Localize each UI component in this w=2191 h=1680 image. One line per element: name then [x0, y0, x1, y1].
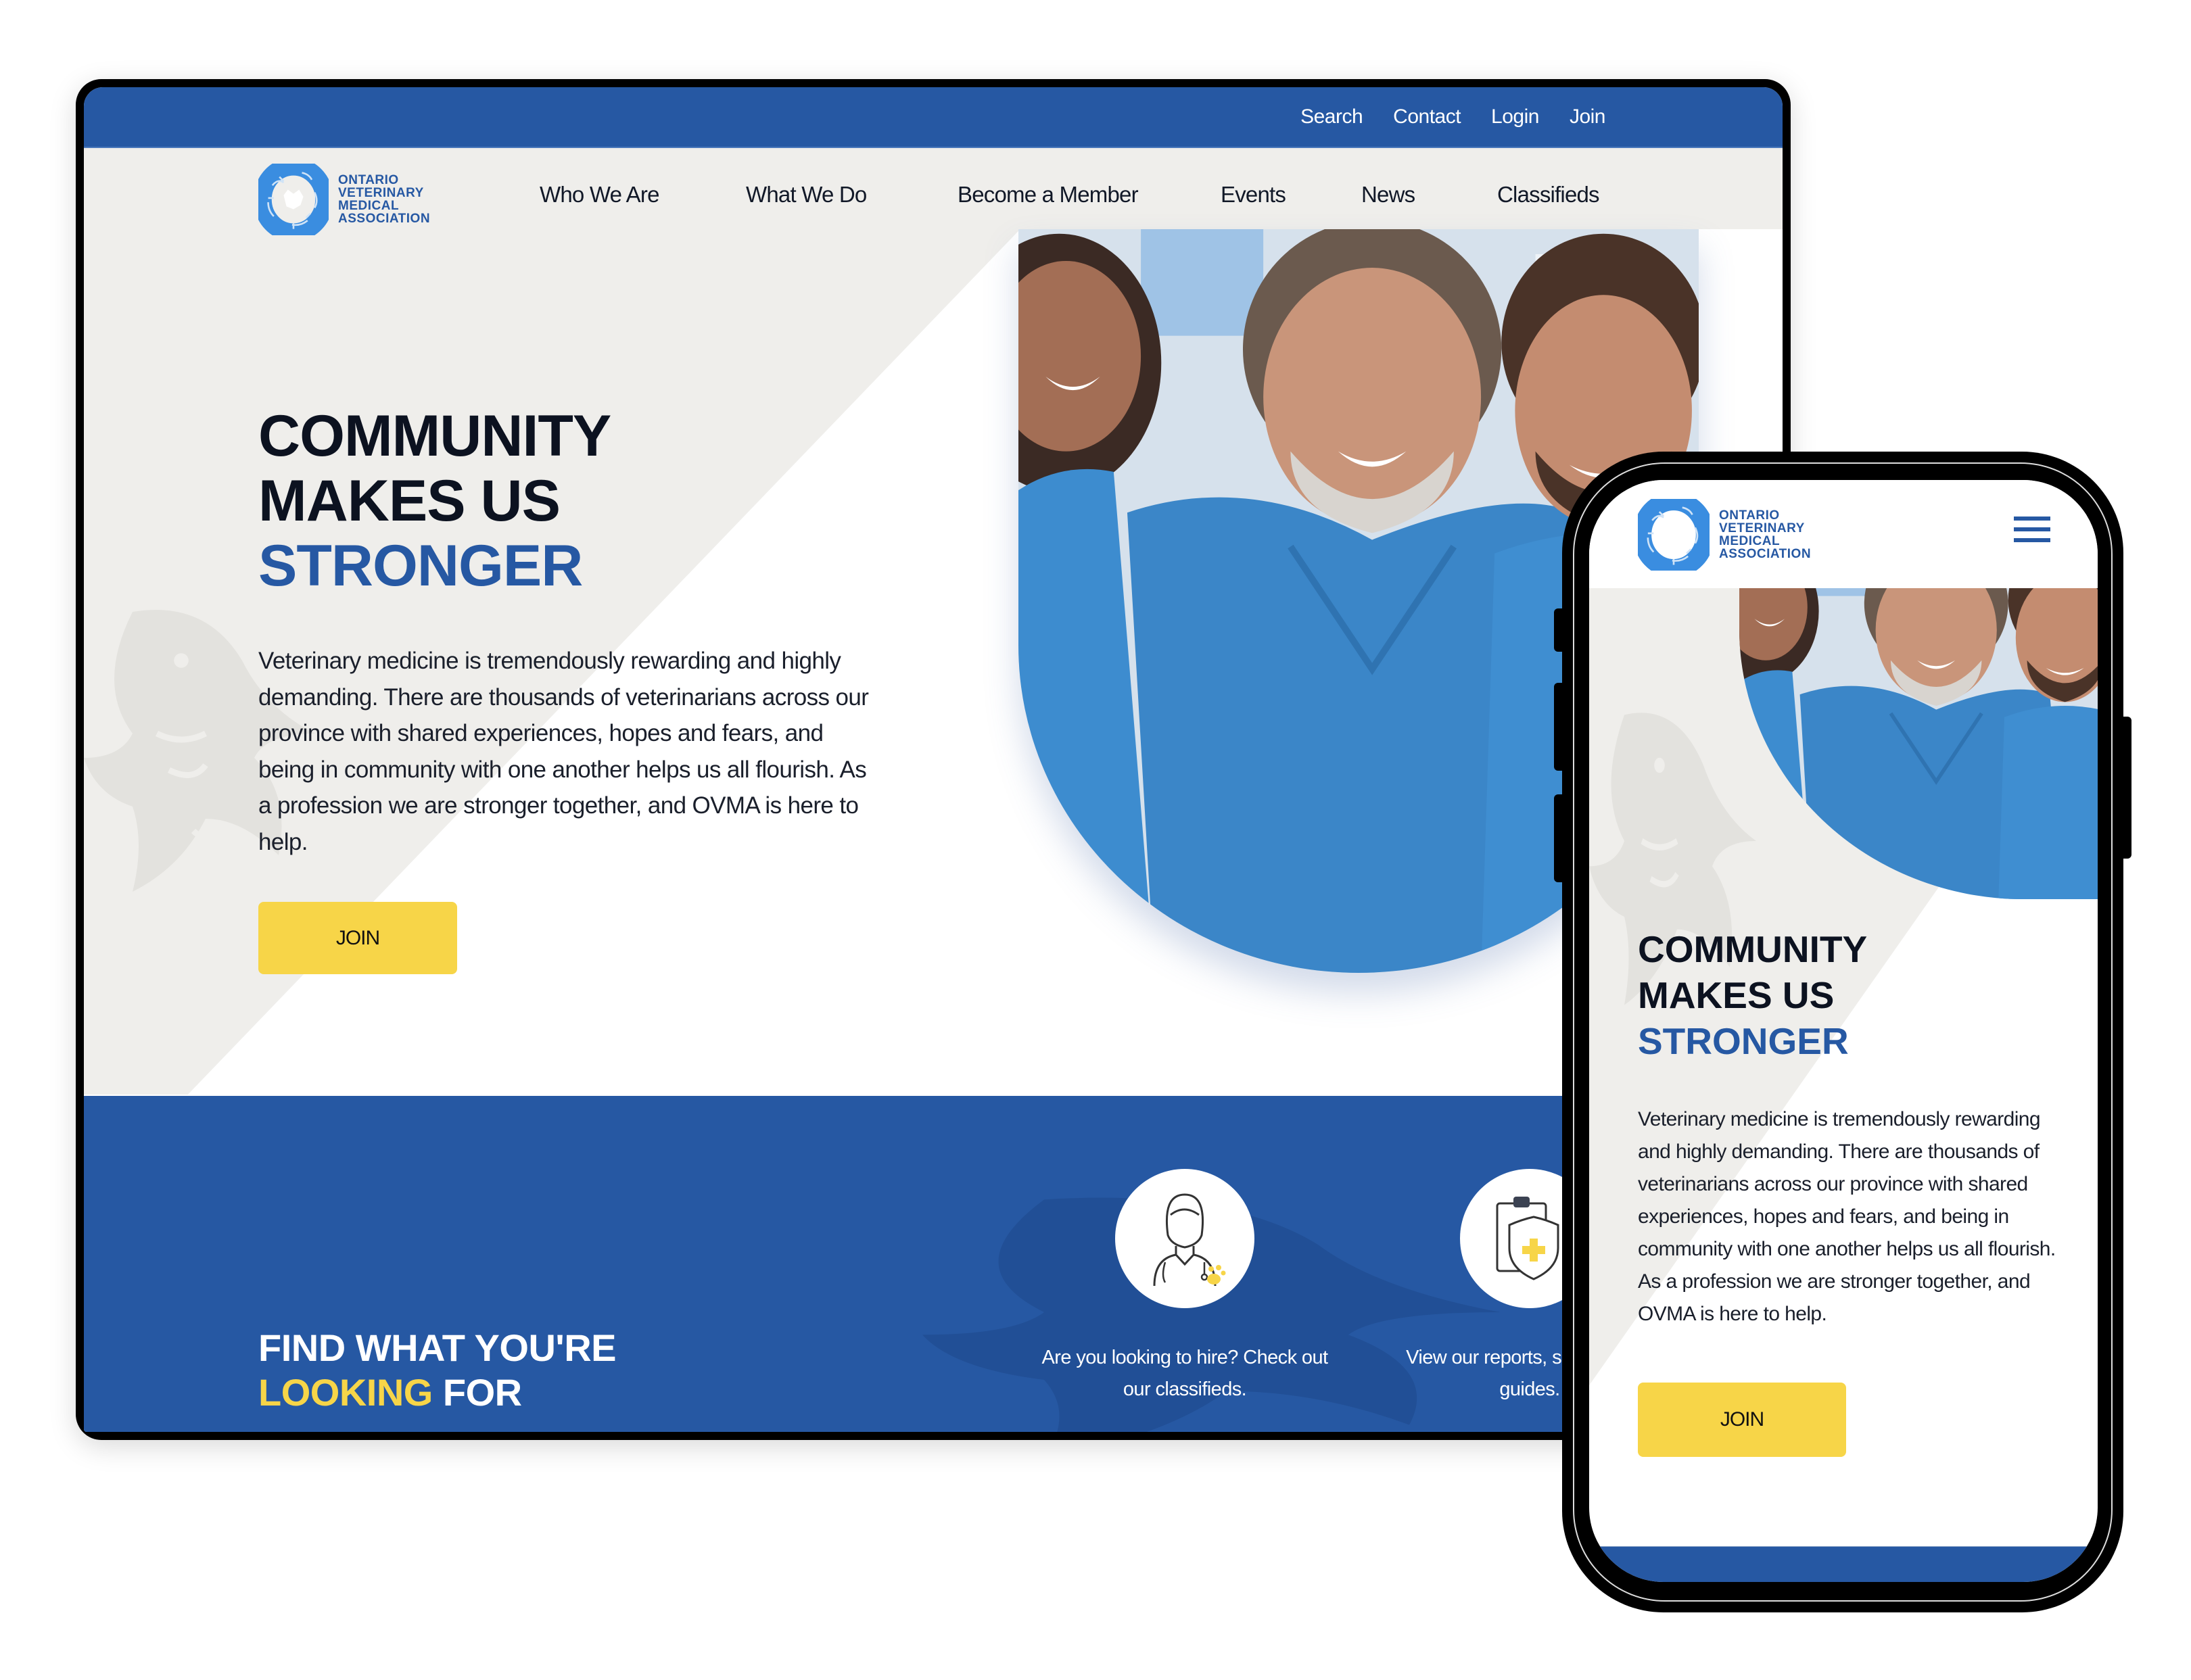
find-section: FIND WHAT YOU'RE LOOKING FOR Are you loo…	[84, 1096, 1783, 1432]
nav-news[interactable]: News	[1361, 182, 1415, 208]
logo-line: ONTARIO	[338, 173, 399, 187]
logo-wordmark: ONTARIO VETERINARY MEDICAL ASSOCIATION	[1719, 509, 1811, 560]
nav-become-a-member[interactable]: Become a Member	[958, 182, 1139, 208]
nav-classifieds[interactable]: Classifieds	[1497, 182, 1600, 208]
hero-title-line: MAKES US	[258, 469, 561, 533]
animal-ring-logo-icon	[258, 164, 329, 235]
utility-nav: Search Contact Login Join	[1300, 87, 1605, 147]
mobile-hero-body: Veterinary medicine is tremendously rewa…	[1638, 1108, 2056, 1325]
ovma-logo[interactable]: ONTARIO VETERINARY MEDICAL ASSOCIATION	[258, 164, 430, 235]
mobile-header: ONTARIO VETERINARY MEDICAL ASSOCIATION	[1589, 480, 2098, 588]
utility-link-join[interactable]: Join	[1570, 105, 1606, 128]
mobile-join-button[interactable]: JOIN	[1638, 1383, 1846, 1457]
animal-ring-logo-icon	[1638, 499, 1710, 571]
desktop-device-frame: Search Contact Login Join ONTARIO VETERI…	[76, 79, 1791, 1440]
logo-line: MEDICAL	[338, 199, 400, 213]
hero-title: COMMUNITY MAKES US STRONGER	[258, 404, 611, 598]
logo-line: ONTARIO	[1719, 508, 1780, 523]
utility-link-contact[interactable]: Contact	[1393, 105, 1461, 128]
mobile-device-frame: ONTARIO VETERINARY MEDICAL ASSOCIATION C…	[1562, 452, 2123, 1612]
logo-line: VETERINARY	[1719, 521, 1805, 535]
find-title-accent: LOOKING	[258, 1371, 433, 1414]
nav-who-we-are[interactable]: Who We Are	[540, 182, 659, 208]
hero-title-line: COMMUNITY	[1638, 928, 1868, 970]
hamburger-bar	[2014, 538, 2050, 542]
logo-line: ASSOCIATION	[338, 212, 431, 226]
logo-wordmark: ONTARIO VETERINARY MEDICAL ASSOCIATION	[338, 174, 430, 225]
hero-title-line: MAKES US	[1638, 974, 1835, 1016]
feature-icon-circle	[1115, 1169, 1254, 1308]
utility-bar: Search Contact Login Join	[84, 87, 1783, 148]
logo-line: VETERINARY	[338, 186, 424, 200]
hamburger-bar	[2014, 527, 2050, 531]
hero-title-accent: STRONGER	[1638, 1020, 1849, 1062]
mobile-ovma-logo[interactable]: ONTARIO VETERINARY MEDICAL ASSOCIATION	[1638, 499, 1811, 571]
hero-title-accent: STRONGER	[258, 533, 583, 598]
utility-link-login[interactable]: Login	[1491, 105, 1539, 128]
hero-body: Veterinary medicine is tremendously rewa…	[258, 648, 869, 855]
mobile-hero-title: COMMUNITY MAKES US STRONGER	[1638, 926, 1867, 1064]
nav-events[interactable]: Events	[1221, 182, 1286, 208]
hero-section: ONTARIO VETERINARY MEDICAL ASSOCIATION W…	[84, 148, 1783, 1095]
hero-title-line: COMMUNITY	[258, 404, 611, 469]
join-button[interactable]: JOIN	[258, 902, 457, 974]
desktop-screen: Search Contact Login Join ONTARIO VETERI…	[84, 87, 1783, 1432]
utility-link-search[interactable]: Search	[1300, 105, 1363, 128]
logo-line: ASSOCIATION	[1719, 547, 1812, 561]
hamburger-menu-icon[interactable]	[2014, 517, 2050, 542]
mobile-blue-section	[1589, 1546, 2098, 1582]
find-title-line: FIND WHAT YOU'RE	[258, 1326, 617, 1369]
find-title-rest: FOR	[442, 1371, 522, 1414]
feature-text: Are you looking to hire? Check out our c…	[1041, 1347, 1329, 1400]
logo-line: MEDICAL	[1719, 534, 1781, 548]
feature-classifieds[interactable]: Are you looking to hire? Check out our c…	[1029, 1169, 1340, 1406]
mobile-screen: ONTARIO VETERINARY MEDICAL ASSOCIATION C…	[1589, 480, 2098, 1582]
clipboard-shield-icon	[1496, 1197, 1559, 1280]
mobile-hero-section: COMMUNITY MAKES US STRONGER Veterinary m…	[1589, 588, 2098, 1494]
nav-what-we-do[interactable]: What We Do	[746, 182, 867, 208]
find-section-title: FIND WHAT YOU'RE LOOKING FOR	[258, 1326, 617, 1415]
veterinarian-icon	[1153, 1193, 1226, 1287]
hamburger-bar	[2014, 517, 2050, 521]
